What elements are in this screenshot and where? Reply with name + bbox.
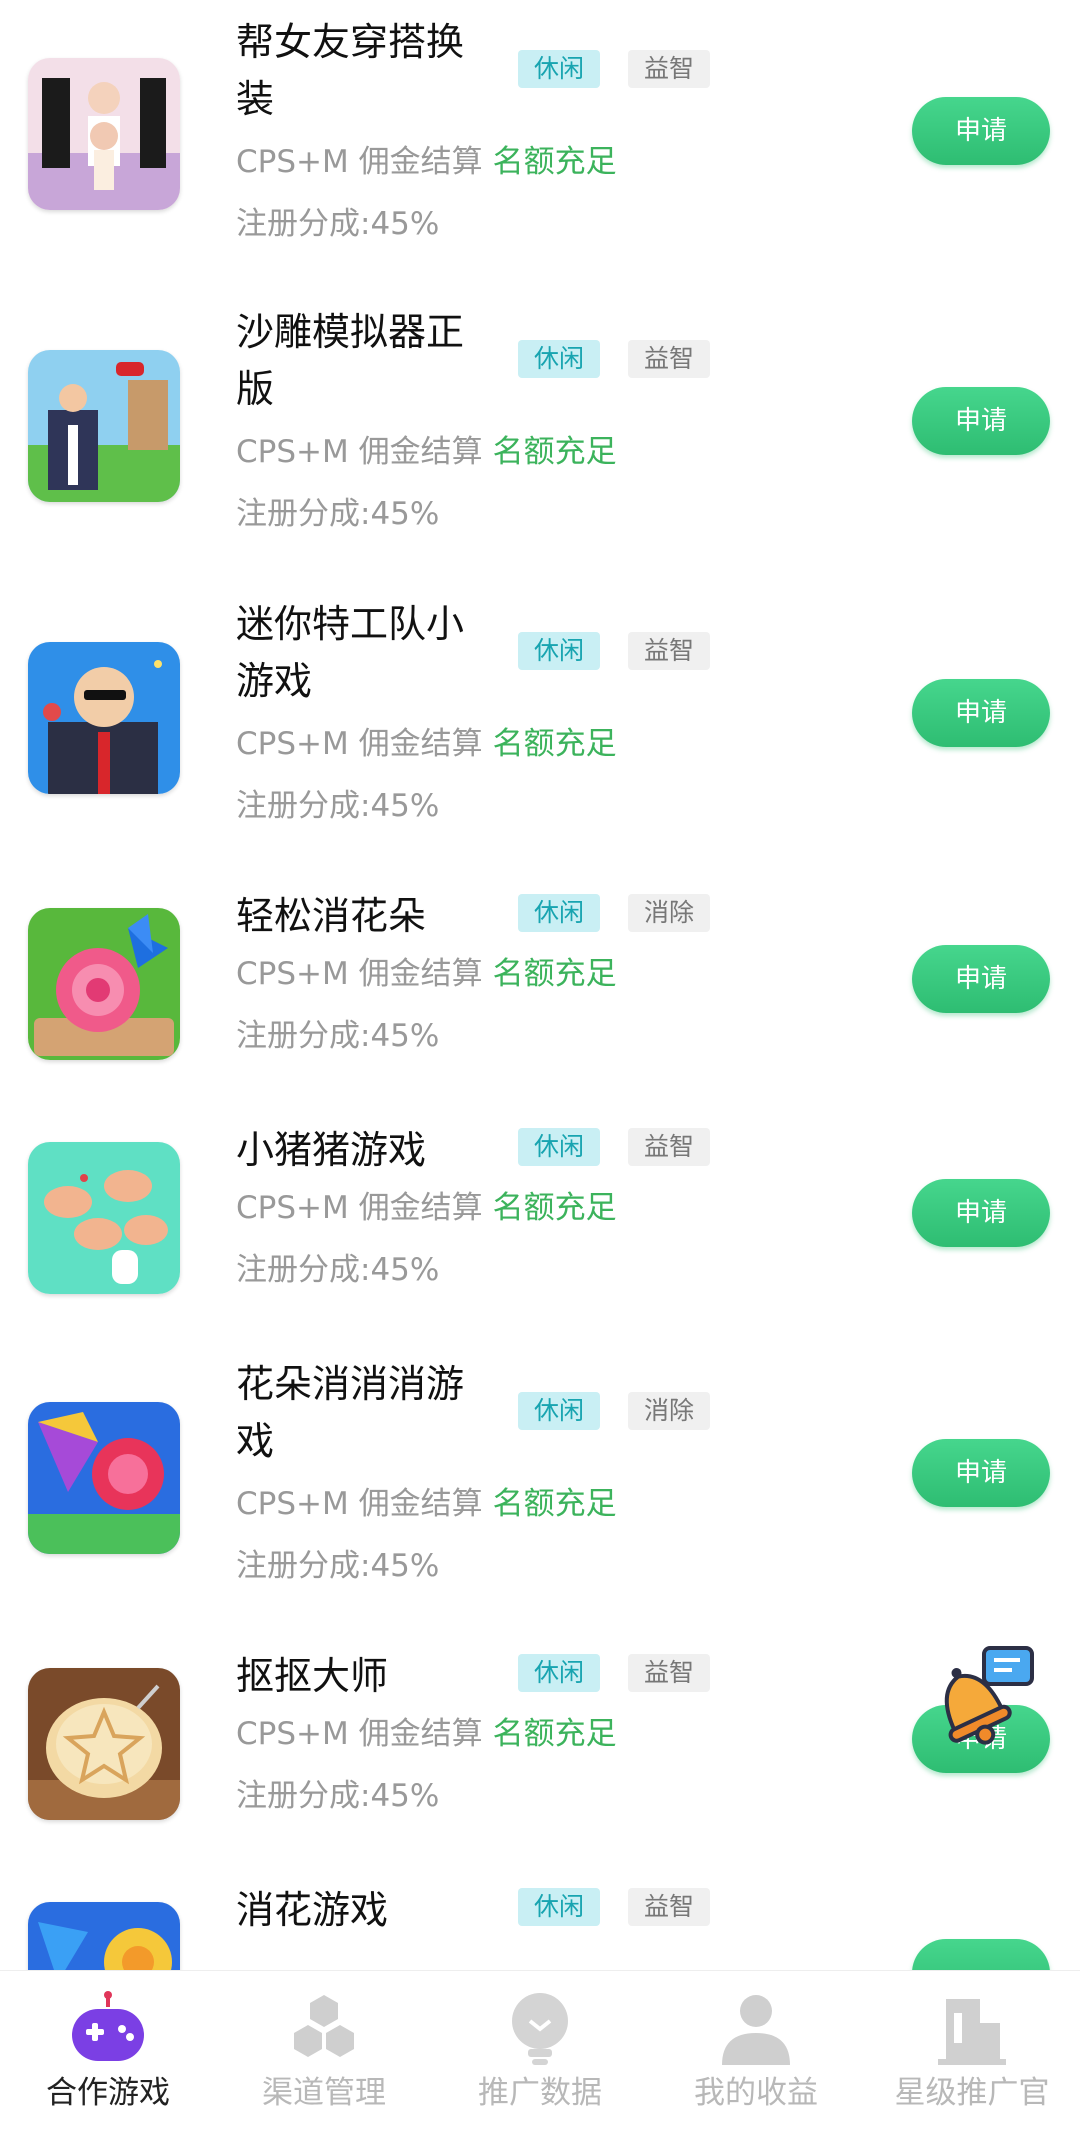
building-icon <box>938 1999 1006 2065</box>
tag-category: 益智 <box>628 50 710 88</box>
settlement-text: CPS+M 佣金结算 <box>236 726 483 762</box>
tag-genre: 休闲 <box>518 50 600 88</box>
game-icon-shadiao[interactable] <box>28 350 180 502</box>
register-share: 注册分成:45% <box>236 1548 440 1584</box>
register-share: 注册分成:45% <box>236 206 440 242</box>
quota-status: 名额充足 <box>492 1716 617 1752</box>
settlement-text: CPS+M 佣金结算 <box>236 434 483 470</box>
settlement-info: CPS+M 佣金结算 名额充足 <box>236 142 617 182</box>
apply-button[interactable]: 申请 <box>912 1439 1050 1507</box>
apply-button[interactable] <box>912 1939 1050 1970</box>
bulb-icon <box>512 1993 568 2065</box>
tab-cooperation-games[interactable]: 合作游戏 <box>0 1971 216 2131</box>
game-list: 帮女友穿搭换装 休闲 益智 CPS+M 佣金结算 名额充足 注册分成:45% 申请… <box>0 0 1080 1970</box>
tab-my-earnings[interactable]: 我的收益 <box>648 1971 864 2131</box>
tab-label: 星级推广官 <box>894 2075 1050 2111</box>
tag-genre: 休闲 <box>518 1392 600 1430</box>
tag-genre: 休闲 <box>518 340 600 378</box>
list-item[interactable]: 花朵消消消游戏 休闲 消除 CPS+M 佣金结算 名额充足 注册分成:45% 申请 <box>0 1342 1080 1592</box>
tab-channel-management[interactable]: 渠道管理 <box>216 1971 432 2131</box>
game-icon-xiaohua[interactable] <box>28 1902 180 1970</box>
settlement-info: CPS+M 佣金结算 名额充足 <box>236 954 617 994</box>
game-title: 小猪猪游戏 <box>236 1128 427 1172</box>
tag-category: 益智 <box>628 1654 710 1692</box>
tab-promotion-data[interactable]: 推广数据 <box>432 1971 648 2131</box>
gamepad-icon <box>72 1991 144 2061</box>
list-item[interactable]: 抠抠大师 休闲 益智 CPS+M 佣金结算名额充足 注册分成:45% 申请 <box>0 1634 1080 1884</box>
game-title: 迷你特工队小游戏 <box>236 602 465 703</box>
tab-star-promoter[interactable]: 星级推广官 <box>864 1971 1080 2131</box>
game-icon-pig[interactable] <box>28 1142 180 1294</box>
quota-status: 名额充足 <box>492 1190 617 1226</box>
game-title: 花朵消消消游戏 <box>236 1362 465 1463</box>
game-icon-flower[interactable] <box>28 908 180 1060</box>
game-title: 抠抠大师 <box>236 1654 389 1698</box>
register-share: 注册分成:45% <box>236 1252 440 1288</box>
tag-category: 益智 <box>628 1888 710 1926</box>
bottom-tab-bar: 合作游戏 渠道管理 推广数据 我的收益 星级推广官 <box>0 1970 1080 2131</box>
quota-status: 名额充足 <box>492 956 617 992</box>
tag-genre: 休闲 <box>518 632 600 670</box>
register-share: 注册分成:45% <box>236 1778 440 1814</box>
settlement-info: CPS+M 佣金结算 名额充足 <box>236 1188 617 1228</box>
list-item[interactable]: 小猪猪游戏 休闲 益智 CPS+M 佣金结算 名额充足 注册分成:45% 申请 <box>0 1108 1080 1358</box>
tag-genre: 休闲 <box>518 1128 600 1166</box>
quota-status: 名额充足 <box>492 726 617 762</box>
register-share: 注册分成:45% <box>236 1018 440 1054</box>
game-icon-flower-match[interactable] <box>28 1402 180 1554</box>
settlement-info: CPS+M 佣金结算 名额充足 <box>236 724 617 764</box>
apply-button[interactable]: 申请 <box>912 945 1050 1013</box>
hexagon-cluster-icon <box>294 1995 354 2057</box>
quota-status: 名额充足 <box>492 1486 617 1522</box>
settlement-info: CPS+M 佣金结算 名额充足 <box>236 1484 617 1524</box>
apply-button[interactable]: 申请 <box>912 387 1050 455</box>
game-title: 帮女友穿搭换装 <box>236 20 465 121</box>
register-share: 注册分成:45% <box>236 788 440 824</box>
tag-genre: 休闲 <box>518 1654 600 1692</box>
game-icon-dressup[interactable] <box>28 58 180 210</box>
register-share: 注册分成:45% <box>236 496 440 532</box>
quota-status: 名额充足 <box>492 144 617 180</box>
game-icon-agent[interactable] <box>28 642 180 794</box>
apply-button[interactable]: 申请 <box>912 679 1050 747</box>
game-icon-kouku[interactable] <box>28 1668 180 1820</box>
bell-notification-icon[interactable] <box>920 1640 1038 1758</box>
settlement-text: CPS+M 佣金结算 <box>236 1486 483 1522</box>
quota-status: 名额充足 <box>492 434 617 470</box>
user-icon <box>722 1995 790 2065</box>
tag-genre: 休闲 <box>518 894 600 932</box>
list-item[interactable]: 轻松消花朵 休闲 消除 CPS+M 佣金结算 名额充足 注册分成:45% 申请 <box>0 874 1080 1124</box>
list-item[interactable]: 迷你特工队小游戏 休闲 益智 CPS+M 佣金结算 名额充足 注册分成:45% 申… <box>0 582 1080 832</box>
game-title: 消花游戏 <box>236 1888 389 1932</box>
tag-category: 益智 <box>628 340 710 378</box>
tag-genre: 休闲 <box>518 1888 600 1926</box>
game-title: 轻松消花朵 <box>236 894 427 938</box>
tag-category: 消除 <box>628 1392 710 1430</box>
list-item[interactable]: 消花游戏 休闲 益智 <box>0 1868 1080 1970</box>
apply-button[interactable]: 申请 <box>912 1179 1050 1247</box>
settlement-text: CPS+M 佣金结算 <box>236 144 483 180</box>
settlement-text: CPS+M 佣金结算 <box>236 1190 483 1226</box>
tab-label: 合作游戏 <box>46 2075 170 2111</box>
tab-label: 我的收益 <box>694 2075 818 2111</box>
list-item[interactable]: 沙雕模拟器正版 休闲 益智 CPS+M 佣金结算 名额充足 注册分成:45% 申请 <box>0 290 1080 540</box>
tag-category: 益智 <box>628 632 710 670</box>
settlement-info: CPS+M 佣金结算 名额充足 <box>236 1714 617 1754</box>
tag-category: 消除 <box>628 894 710 932</box>
settlement-text: CPS+M 佣金结算 <box>236 1716 483 1752</box>
tab-label: 推广数据 <box>478 2075 602 2111</box>
tab-label: 渠道管理 <box>262 2075 386 2111</box>
settlement-info: CPS+M 佣金结算 名额充足 <box>236 432 617 472</box>
apply-button[interactable]: 申请 <box>912 97 1050 165</box>
tag-category: 益智 <box>628 1128 710 1166</box>
list-item[interactable]: 帮女友穿搭换装 休闲 益智 CPS+M 佣金结算 名额充足 注册分成:45% 申请 <box>0 0 1080 250</box>
game-title: 沙雕模拟器正版 <box>236 310 465 411</box>
settlement-text: CPS+M 佣金结算 <box>236 956 483 992</box>
